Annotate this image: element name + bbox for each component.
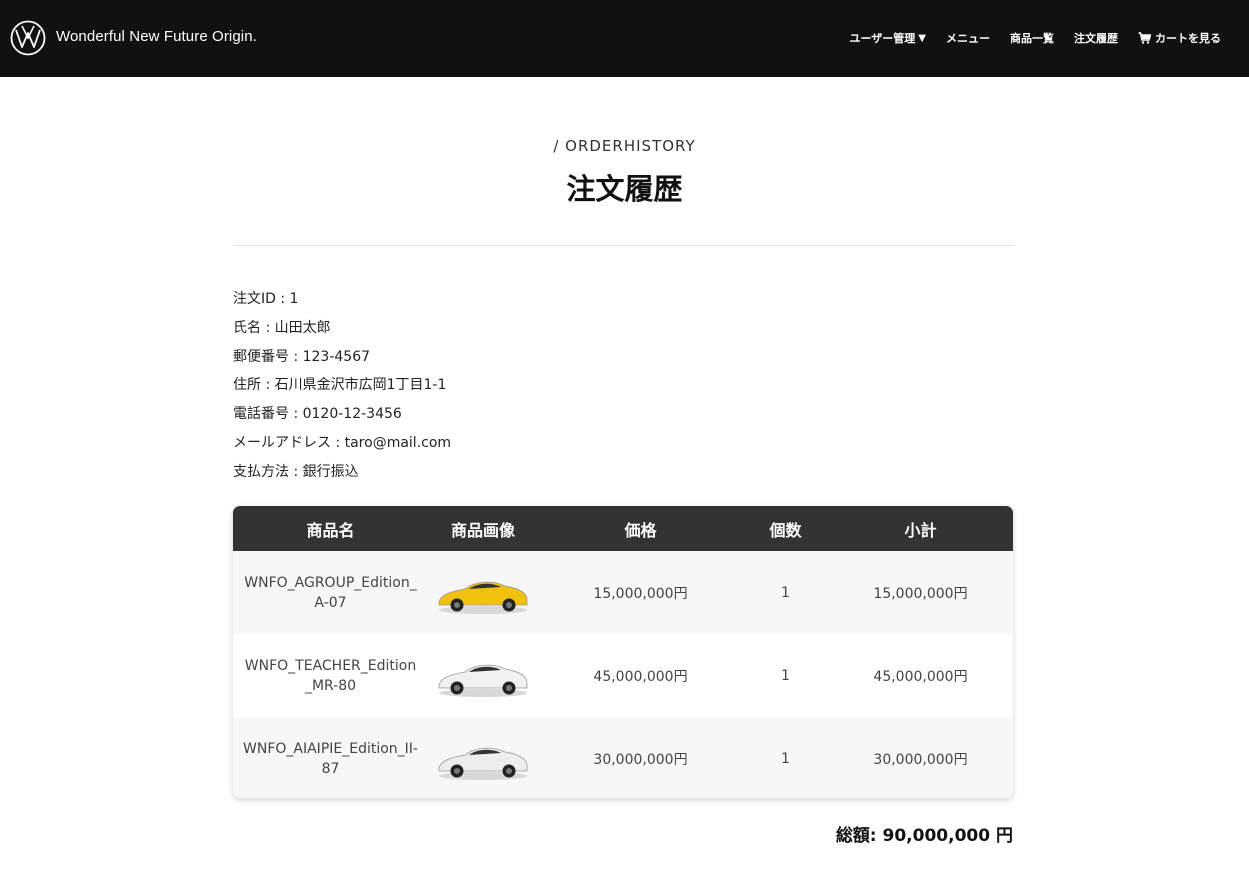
- product-name: WNFO_TEACHER_Edition_MR-80: [244, 657, 417, 694]
- divider: [233, 245, 1015, 246]
- address: 住所 : 石川県金沢市広岡1丁目1-1: [233, 377, 447, 394]
- product-subtotal: 15,000,000円: [873, 585, 968, 602]
- product-name: WNFO_AGROUP_Edition_A-07: [244, 574, 417, 611]
- product-price: 45,000,000円: [593, 668, 688, 685]
- nav-products[interactable]: 商品一覧: [1010, 30, 1054, 46]
- column-header-product-image: 商品画像: [450, 520, 515, 540]
- table-row: WNFO_AIAIPIE_Edition_II-87 30,000,000円 1…: [233, 717, 1013, 798]
- product-price: 30,000,000円: [593, 751, 688, 768]
- cart-icon: [1138, 32, 1151, 44]
- order-items-table: 商品名 商品画像 価格 個数 小計 WNFO_AGROUP_Edition_A-…: [233, 506, 1013, 798]
- table-row: WNFO_TEACHER_Edition_MR-80 45,000,000円 1…: [233, 634, 1013, 717]
- brand-name[interactable]: Wonderful New Future Origin.: [56, 28, 257, 45]
- column-header-product-name: 商品名: [306, 520, 355, 540]
- order-total: 総額: 90,000,000 円: [835, 826, 1013, 846]
- product-quantity: 1: [781, 750, 790, 767]
- sports-car-icon: [438, 581, 528, 614]
- nav-cart-label: カートを見る: [1155, 32, 1221, 45]
- table-header: 商品名 商品画像 価格 個数 小計: [233, 506, 1013, 551]
- product-price: 15,000,000円: [593, 585, 688, 602]
- phone-number: 電話番号 : 0120-12-3456: [233, 406, 402, 423]
- column-header-quantity: 個数: [769, 520, 802, 540]
- column-header-price: 価格: [624, 520, 657, 540]
- postal-code: 郵便番号 : 123-4567: [233, 348, 371, 365]
- product-subtotal: 45,000,000円: [873, 668, 968, 685]
- nav-user-admin-label: ユーザー管理: [849, 32, 916, 45]
- page-title: 注文履歴: [566, 172, 683, 206]
- product-image: [428, 651, 538, 701]
- product-name: WNFO_AIAIPIE_Edition_II-87: [243, 740, 418, 777]
- nav-cart[interactable]: カートを見る: [1138, 30, 1221, 46]
- payment-method: 支払方法 : 銀行振込: [233, 463, 359, 480]
- main-nav: ユーザー管理 ▼ メニュー 商品一覧 注文履歴 カートを見る: [830, 30, 1221, 46]
- order-id: 注文ID : 1: [233, 291, 299, 307]
- nav-menu[interactable]: メニュー: [946, 30, 990, 46]
- nav-user-admin[interactable]: ユーザー管理 ▼: [850, 30, 926, 46]
- product-quantity: 1: [781, 667, 790, 684]
- nav-order-history[interactable]: 注文履歴: [1074, 30, 1118, 46]
- top-navbar: Wonderful New Future Origin. ユーザー管理 ▼ メニ…: [0, 0, 1249, 77]
- customer-name: 氏名 : 山田太郎: [233, 319, 331, 336]
- sports-car-icon: [438, 747, 528, 780]
- product-subtotal: 30,000,000円: [873, 751, 968, 768]
- product-image: [428, 568, 538, 618]
- table-row: WNFO_AGROUP_Edition_A-07 15,000,000円 1 1…: [233, 551, 1013, 634]
- page-subtitle: / ORDERHISTORY: [553, 137, 696, 155]
- email-address: メールアドレス : taro@mail.com: [233, 434, 452, 451]
- sports-car-icon: [438, 664, 528, 697]
- product-image: [428, 734, 538, 784]
- vw-logo-icon[interactable]: [10, 20, 46, 56]
- product-quantity: 1: [781, 584, 790, 601]
- column-header-subtotal: 小計: [904, 520, 937, 540]
- caret-down-icon: ▼: [918, 32, 926, 44]
- order-info: 注文ID : 1 氏名 : 山田太郎 郵便番号 : 123-4567 住所 : …: [233, 290, 451, 492]
